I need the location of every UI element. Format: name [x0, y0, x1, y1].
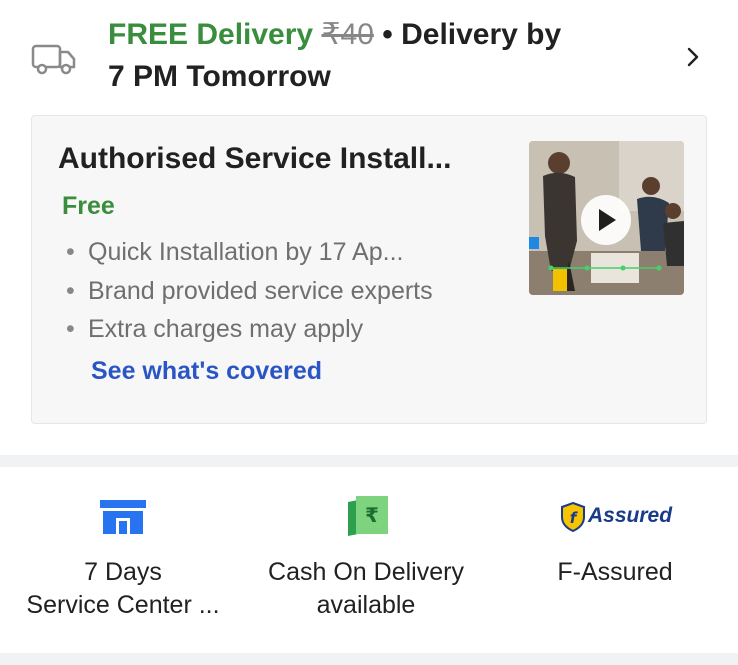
separator-dot: •: [373, 18, 402, 51]
bullet-text: Brand provided service experts: [88, 276, 433, 305]
play-button[interactable]: [581, 195, 631, 245]
svg-text:₹: ₹: [365, 503, 379, 527]
bullet-text: Quick Installation by 17 Ap...: [88, 238, 404, 266]
feature-cash-on-delivery[interactable]: ₹ Cash On Delivery available: [246, 490, 486, 630]
truck-icon: [31, 44, 76, 75]
feature-label-line: Service Center ...: [26, 591, 220, 619]
play-icon: [599, 209, 616, 231]
delivery-row[interactable]: FREE Delivery ₹40 • Delivery by 7 PM Tom…: [0, 0, 738, 112]
shield-icon: f: [561, 502, 585, 532]
bullet-item: • Brand provided service experts: [66, 272, 433, 311]
feature-label-line: available: [316, 591, 416, 619]
bullet-item: • Extra charges may apply: [66, 310, 433, 349]
section-divider: [0, 455, 738, 467]
installation-bullets: • Quick Installation by 17 Ap... • Brand p…: [66, 233, 433, 349]
f-assured-label: F-Assured: [492, 556, 738, 589]
bottom-divider: [0, 653, 738, 665]
service-center-label: 7 Days Service Center ...: [0, 556, 246, 622]
delivery-by-label: Delivery by: [401, 18, 562, 51]
installation-title: Authorised Service Install...: [58, 142, 452, 175]
delivery-time: 7 PM Tomorrow: [108, 60, 331, 93]
free-delivery-label: FREE Delivery: [108, 18, 314, 51]
installation-price: Free: [62, 192, 115, 220]
delivery-info: FREE Delivery ₹40 • Delivery by 7 PM Tom…: [108, 14, 668, 98]
original-delivery-price: ₹40: [321, 18, 374, 51]
feature-f-assured[interactable]: f Assured F-Assured: [492, 490, 738, 630]
feature-label-line: Cash On Delivery: [268, 558, 464, 586]
bullet-item: • Quick Installation by 17 Ap...: [66, 233, 433, 272]
bullet-dot: •: [66, 238, 75, 266]
rupee-note-icon: ₹: [348, 496, 388, 536]
store-icon: [100, 500, 146, 534]
cod-label: Cash On Delivery available: [246, 556, 486, 622]
assured-icon: f Assured: [560, 502, 673, 534]
assured-badge-text: Assured: [588, 504, 673, 527]
feature-service-center[interactable]: 7 Days Service Center ...: [0, 490, 246, 630]
chevron-right-icon[interactable]: [683, 44, 703, 70]
see-whats-covered-link[interactable]: See what's covered: [91, 357, 322, 386]
installation-card: Authorised Service Install... Free • Quic…: [31, 115, 707, 424]
bullet-dot: •: [66, 315, 75, 343]
bullet-dot: •: [66, 276, 75, 305]
installation-video-thumbnail[interactable]: [529, 141, 684, 295]
feature-label-line: F-Assured: [557, 558, 673, 586]
feature-label-line: 7 Days: [84, 558, 162, 586]
bullet-text: Extra charges may apply: [88, 315, 364, 343]
